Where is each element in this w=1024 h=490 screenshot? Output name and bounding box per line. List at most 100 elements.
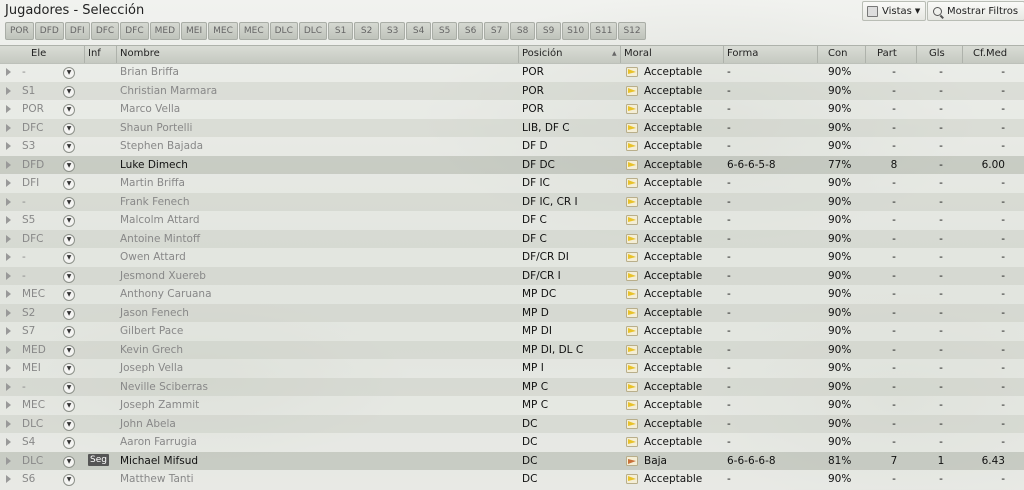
tab-s4[interactable]: S4: [406, 22, 432, 40]
col-part[interactable]: Part: [877, 48, 897, 59]
player-name[interactable]: Gilbert Pace: [120, 325, 183, 337]
player-name[interactable]: Malcolm Attard: [120, 214, 200, 226]
tab-dfc[interactable]: DFC: [120, 22, 149, 40]
player-name[interactable]: Shaun Portelli: [120, 122, 192, 134]
col-inf[interactable]: Inf: [88, 48, 101, 59]
player-name[interactable]: Anthony Caruana: [120, 288, 212, 300]
tab-mei[interactable]: MEI: [181, 22, 208, 40]
player-name[interactable]: Jesmond Xuereb: [120, 270, 206, 282]
expand-arrow-icon[interactable]: [6, 290, 11, 298]
expand-arrow-icon[interactable]: [6, 327, 11, 335]
table-row[interactable]: DFD ▼ Luke Dimech DF DC Acceptable 6-6-6-5-8 7…: [0, 155, 1024, 174]
table-row[interactable]: MED ▼ Kevin Grech MP DI, DL C Acceptable - 90%…: [0, 340, 1024, 359]
tab-dfd[interactable]: DFD: [34, 22, 64, 40]
table-row[interactable]: DLC ▼ Seg Michael Mifsud DC Baja 6-6-6-6-8 81% 7…: [0, 451, 1024, 470]
table-row[interactable]: - ▼ Neville Sciberras MP C Acceptable - 90% - - -: [0, 377, 1024, 396]
tab-por[interactable]: POR: [5, 22, 34, 40]
tab-s2[interactable]: S2: [354, 22, 380, 40]
expand-arrow-icon[interactable]: [6, 234, 11, 243]
player-name[interactable]: Aaron Farrugia: [120, 436, 197, 448]
table-row[interactable]: DFI ▼ Martin Briffa DF IC Acceptable - 90% - - -: [0, 174, 1024, 193]
table-row[interactable]: DLC ▼ John Abela DC Acceptable - 90% - - -: [0, 414, 1024, 433]
table-row[interactable]: S4 ▼ Aaron Farrugia DC Acceptable - 90% - - -: [0, 433, 1024, 452]
expand-arrow-icon[interactable]: [6, 105, 11, 113]
expand-arrow-icon[interactable]: [6, 142, 11, 150]
col-ele[interactable]: Ele: [31, 48, 46, 59]
player-name[interactable]: Michael Mifsud: [120, 455, 198, 467]
dropdown-icon[interactable]: ▼: [63, 122, 75, 135]
player-name[interactable]: Owen Attard: [120, 251, 186, 263]
tab-s3[interactable]: S3: [380, 22, 406, 40]
table-row[interactable]: - ▼ Frank Fenech DF IC, CR I Acceptable - 90% -…: [0, 192, 1024, 211]
dropdown-icon[interactable]: ▼: [63, 196, 75, 209]
dropdown-icon[interactable]: ▼: [63, 85, 75, 98]
expand-arrow-icon[interactable]: [6, 345, 11, 354]
dropdown-icon[interactable]: ▼: [63, 437, 75, 449]
dropdown-icon[interactable]: ▼: [63, 307, 75, 320]
expand-arrow-icon[interactable]: [6, 475, 11, 483]
player-name[interactable]: Matthew Tanti: [120, 473, 194, 485]
dropdown-icon[interactable]: ▼: [63, 252, 75, 264]
dropdown-icon[interactable]: ▼: [63, 215, 75, 227]
table-row[interactable]: POR ▼ Marco Vella POR Acceptable - 90% - - -: [0, 100, 1024, 119]
player-name[interactable]: Joseph Zammit: [120, 399, 199, 411]
player-name[interactable]: Antoine Mintoff: [120, 233, 200, 245]
table-row[interactable]: MEI ▼ Joseph Vella MP I Acceptable - 90% - - -: [0, 359, 1024, 378]
player-name[interactable]: Joseph Vella: [120, 362, 183, 374]
tab-s5[interactable]: S5: [432, 22, 458, 40]
tab-med[interactable]: MED: [149, 22, 181, 40]
table-row[interactable]: S6 ▼ Matthew Tanti DC Acceptable - 90% - - -: [0, 470, 1024, 489]
dropdown-icon[interactable]: ▼: [63, 104, 75, 116]
dropdown-icon[interactable]: ▼: [63, 474, 75, 486]
table-row[interactable]: S3 ▼ Stephen Bajada DF D Acceptable - 90% - - -: [0, 137, 1024, 156]
expand-arrow-icon[interactable]: [6, 401, 11, 409]
player-name[interactable]: Brian Briffa: [120, 66, 179, 78]
table-row[interactable]: MEC ▼ Anthony Caruana MP DC Acceptable - 90% - -…: [0, 285, 1024, 304]
tab-dfi[interactable]: DFI: [64, 22, 90, 40]
player-name[interactable]: Stephen Bajada: [120, 140, 203, 152]
dropdown-icon[interactable]: ▼: [63, 178, 75, 190]
dropdown-icon[interactable]: ▼: [63, 381, 75, 394]
tab-dlc[interactable]: DLC: [298, 22, 328, 40]
player-name[interactable]: Martin Briffa: [120, 177, 185, 189]
tab-mec[interactable]: MEC: [238, 22, 269, 40]
table-row[interactable]: S1 ▼ Christian Marmara POR Acceptable - 90% - - -: [0, 81, 1024, 100]
tab-dlc[interactable]: DLC: [269, 22, 298, 40]
vistas-button[interactable]: Vistas ▼: [862, 1, 926, 21]
expand-arrow-icon[interactable]: [6, 68, 11, 76]
expand-arrow-icon[interactable]: [6, 382, 11, 391]
expand-arrow-icon[interactable]: [6, 197, 11, 206]
expand-arrow-icon[interactable]: [6, 160, 11, 169]
expand-arrow-icon[interactable]: [6, 456, 11, 465]
expand-arrow-icon[interactable]: [6, 271, 11, 280]
table-row[interactable]: S2 ▼ Jason Fenech MP D Acceptable - 90% - - -: [0, 303, 1024, 322]
expand-arrow-icon[interactable]: [6, 438, 11, 446]
player-name[interactable]: Jason Fenech: [120, 307, 189, 319]
show-filters-button[interactable]: Mostrar Filtros: [927, 1, 1024, 21]
dropdown-icon[interactable]: ▼: [63, 363, 75, 375]
col-cfmed[interactable]: Cf.Med: [973, 48, 1007, 59]
tab-dfc[interactable]: DFC: [90, 22, 120, 40]
dropdown-icon[interactable]: ▼: [63, 326, 75, 338]
dropdown-icon[interactable]: ▼: [63, 418, 75, 431]
tab-s1[interactable]: S1: [328, 22, 354, 40]
table-row[interactable]: S5 ▼ Malcolm Attard DF C Acceptable - 90% - - -: [0, 211, 1024, 230]
player-name[interactable]: Kevin Grech: [120, 344, 183, 356]
tab-s12[interactable]: S12: [618, 22, 646, 40]
table-row[interactable]: DFC ▼ Shaun Portelli LIB, DF C Acceptable - 90…: [0, 118, 1024, 137]
table-row[interactable]: - ▼ Brian Briffa POR Acceptable - 90% - - -: [0, 63, 1024, 82]
expand-arrow-icon[interactable]: [6, 308, 11, 317]
dropdown-icon[interactable]: ▼: [63, 400, 75, 412]
dropdown-icon[interactable]: ▼: [63, 270, 75, 283]
expand-arrow-icon[interactable]: [6, 86, 11, 95]
player-name[interactable]: Marco Vella: [120, 103, 180, 115]
player-name[interactable]: Frank Fenech: [120, 196, 190, 208]
table-row[interactable]: - ▼ Jesmond Xuereb DF/CR I Acceptable - 90% - - -: [0, 266, 1024, 285]
player-name[interactable]: John Abela: [120, 418, 176, 430]
expand-arrow-icon[interactable]: [6, 179, 11, 187]
col-nombre[interactable]: Nombre: [120, 48, 160, 59]
player-name[interactable]: Christian Marmara: [120, 85, 217, 97]
player-name[interactable]: Luke Dimech: [120, 159, 188, 171]
table-row[interactable]: - ▼ Owen Attard DF/CR DI Acceptable - 90% - - -: [0, 248, 1024, 267]
table-row[interactable]: S7 ▼ Gilbert Pace MP DI Acceptable - 90% - - -: [0, 322, 1024, 341]
